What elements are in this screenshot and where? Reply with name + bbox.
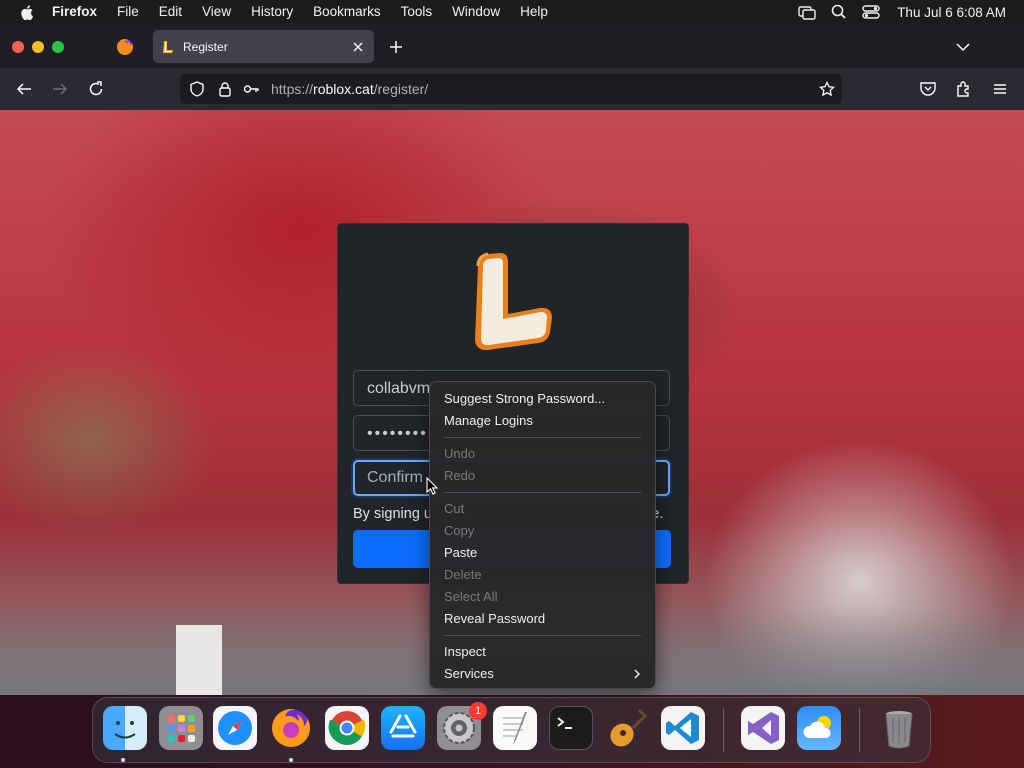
menu-tools[interactable]: Tools <box>391 0 443 24</box>
menu-separator <box>444 437 641 438</box>
dock: 1 <box>92 697 931 763</box>
menu-bar: Firefox File Edit View History Bookmarks… <box>0 0 1024 24</box>
dock-app-firefox[interactable] <box>269 706 313 750</box>
chevron-right-icon <box>634 669 640 679</box>
menu-window[interactable]: Window <box>442 0 510 24</box>
menu-item-select-all: Select All <box>444 589 498 604</box>
apple-menu-icon[interactable] <box>20 4 34 20</box>
spotlight-search-icon[interactable] <box>830 4 848 20</box>
menu-edit[interactable]: Edit <box>149 0 192 24</box>
dock-app-safari[interactable] <box>213 706 257 750</box>
safari-compass-icon <box>218 711 252 745</box>
menu-app-name[interactable]: Firefox <box>40 0 107 24</box>
tracking-protection-shield-icon[interactable] <box>189 81 205 97</box>
running-indicator <box>121 758 125 762</box>
menu-view[interactable]: View <box>192 0 241 24</box>
window-close-button[interactable] <box>12 41 24 53</box>
dock-separator <box>723 708 724 752</box>
firefox-icon <box>272 709 310 747</box>
menu-item-suggest-strong-password[interactable]: Suggest Strong Password... <box>430 388 655 410</box>
reload-icon[interactable] <box>88 81 104 97</box>
dock-app-app-store[interactable] <box>381 706 425 750</box>
dock-separator <box>859 708 860 752</box>
menu-item-paste[interactable]: Paste <box>430 542 655 564</box>
menu-item-services[interactable]: Services <box>430 663 655 685</box>
weather-cloud-sun-icon <box>803 716 831 738</box>
finder-face-icon <box>114 721 136 739</box>
site-logo-icon <box>475 252 552 351</box>
dock-app-system-settings[interactable]: 1 <box>437 702 487 750</box>
menu-file[interactable]: File <box>107 0 149 24</box>
menu-item-reveal-password[interactable]: Reveal Password <box>430 608 655 630</box>
running-indicator <box>289 758 293 762</box>
menubar-clock[interactable]: Thu Jul 6 6:08 AM <box>897 5 1006 20</box>
tab-title: Register <box>183 39 228 54</box>
window-minimize-button[interactable] <box>32 41 44 53</box>
control-center-icon[interactable] <box>862 4 880 20</box>
terms-text: By signing u <box>353 506 432 522</box>
guitar-icon <box>610 708 648 747</box>
hamburger-menu-icon[interactable] <box>991 80 1009 98</box>
dock-app-garageband[interactable] <box>605 706 649 750</box>
forward-arrow-icon[interactable] <box>52 81 68 97</box>
dock-app-visual-studio[interactable] <box>741 706 785 750</box>
trash-icon <box>885 711 913 749</box>
url-scheme: https:// <box>271 81 314 97</box>
app-store-icon <box>389 714 417 738</box>
menu-separator <box>444 492 641 493</box>
context-menu: Suggest Strong Password... Manage Logins… <box>429 381 656 689</box>
menu-help[interactable]: Help <box>510 0 558 24</box>
screen-mirroring-icon[interactable] <box>798 4 816 20</box>
lock-icon[interactable] <box>217 81 233 97</box>
bookmark-star-icon[interactable] <box>819 81 835 97</box>
url-bar[interactable]: https://roblox.cat/register/ <box>180 74 842 104</box>
url-host: roblox.cat <box>313 81 374 97</box>
menu-item-services-label: Services <box>444 666 494 681</box>
chevron-down-icon[interactable] <box>956 42 970 52</box>
menu-item-undo: Undo <box>444 446 476 461</box>
menu-separator <box>444 635 641 636</box>
tab-strip: Register <box>0 24 1024 68</box>
dock-trash[interactable] <box>877 706 921 750</box>
textedit-pen-icon <box>503 712 527 745</box>
tab-close-icon[interactable] <box>353 42 363 52</box>
roblox-cat-favicon <box>163 40 173 53</box>
tab-register[interactable]: Register <box>153 30 374 63</box>
launchpad-grid-icon <box>168 715 195 742</box>
dock-app-launchpad[interactable] <box>159 706 203 750</box>
window-zoom-button[interactable] <box>52 41 64 53</box>
mouse-cursor-icon <box>426 477 438 495</box>
notification-badge: 1 <box>469 702 487 720</box>
background-object <box>176 625 222 695</box>
visual-studio-icon <box>748 712 779 744</box>
menu-item-redo: Redo <box>444 468 476 483</box>
dock-app-vscode[interactable] <box>661 706 705 750</box>
navigation-toolbar: https://roblox.cat/register/ <box>0 68 1024 110</box>
menu-item-inspect[interactable]: Inspect <box>430 641 655 663</box>
dock-app-textedit[interactable] <box>493 706 537 750</box>
menu-item-copy: Copy <box>444 523 475 538</box>
menu-item-manage-logins[interactable]: Manage Logins <box>430 410 655 432</box>
vscode-icon <box>666 712 699 744</box>
menu-item-delete: Delete <box>444 567 482 582</box>
url-path: /register/ <box>373 81 429 97</box>
dock-app-finder[interactable] <box>103 706 147 750</box>
terminal-prompt-icon <box>557 717 572 729</box>
menu-item-cut: Cut <box>444 501 465 516</box>
new-tab-icon[interactable] <box>389 40 403 54</box>
menu-bookmarks[interactable]: Bookmarks <box>303 0 391 24</box>
pocket-icon[interactable] <box>919 80 937 98</box>
menu-history[interactable]: History <box>241 0 303 24</box>
firefox-pinned-tab-icon[interactable] <box>116 38 134 56</box>
key-icon[interactable] <box>243 81 259 97</box>
dock-app-terminal[interactable] <box>549 706 593 750</box>
chrome-icon <box>328 711 366 745</box>
dock-app-chrome[interactable] <box>325 706 369 750</box>
back-arrow-icon[interactable] <box>16 81 32 97</box>
extensions-puzzle-icon[interactable] <box>955 80 973 98</box>
url-text[interactable]: https://roblox.cat/register/ <box>271 81 428 97</box>
dock-app-weather[interactable] <box>797 706 841 750</box>
